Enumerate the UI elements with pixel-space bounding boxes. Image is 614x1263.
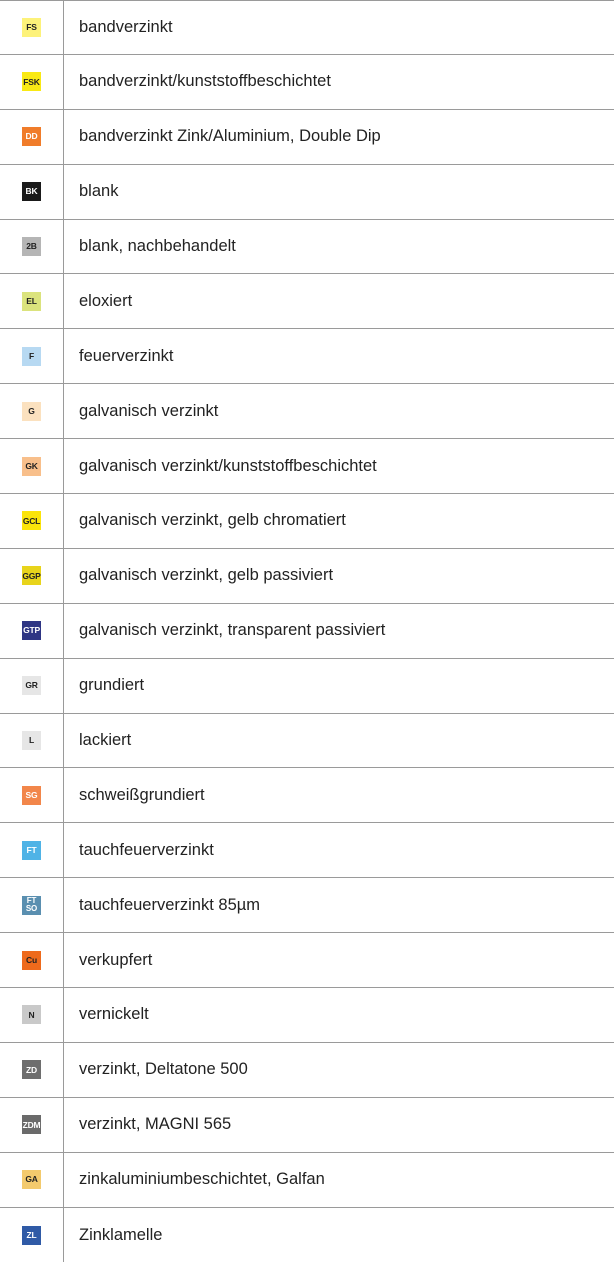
finish-code-badge: DD [22,127,41,147]
code-cell: Cu [0,933,64,988]
finish-code-badge: G [22,401,41,421]
finish-code-badge: SG [22,785,41,805]
finish-description: lackiert [79,731,132,750]
finish-code-badge: FSK [22,72,41,92]
code-cell: SG [0,768,64,823]
finish-description: tauchfeuerverzinkt 85µm [79,895,261,914]
legend-row: FT tauchfeuerverzinkt [0,823,614,879]
code-cell: L [0,713,64,768]
code-cell: N [0,988,64,1042]
code-cell: GCL [0,494,64,548]
finish-code-badge: EL [22,291,41,311]
legend-row: GCL galvanisch verzinkt, gelb chromatiert [0,494,614,549]
finish-description: vernickelt [79,1005,149,1024]
code-cell: ZL [0,1207,64,1263]
code-cell: FT SO [0,878,64,933]
finish-code-badge: F [22,346,41,366]
finish-code-badge: ZL [22,1225,41,1245]
code-cell: BK [0,164,64,219]
code-cell: FS [0,1,64,54]
legend-row: SG schweißgrundiert [0,768,614,824]
finish-description: bandverzinkt/kunststoffbeschichtet [79,72,331,91]
finish-description: feuerverzinkt [79,346,174,365]
code-cell: FSK [0,54,64,109]
finish-description: galvanisch verzinkt/kunststoffbeschichte… [79,456,377,475]
legend-row: GR grundiert [0,658,614,714]
code-cell: ZDM [0,1097,64,1152]
finish-description: schweißgrundiert [79,785,205,804]
code-cell: GA [0,1152,64,1207]
legend-row: ZD verzinkt, Deltatone 500 [0,1042,614,1098]
finish-description: galvanisch verzinkt, gelb chromatiert [79,511,346,530]
finish-description: galvanisch verzinkt, transparent passivi… [79,621,386,640]
legend-row: GGP galvanisch verzinkt, gelb passiviert [0,548,614,604]
finish-code-badge: GA [22,1170,41,1190]
finish-code-badge: ZD [22,1060,41,1080]
finish-code-badge: L [22,731,41,751]
legend-row: Llackiert [0,713,614,769]
finish-code-badge: BK [22,182,41,202]
finish-description: zinkaluminiumbeschichtet, Galfan [79,1170,325,1189]
finish-description: blank [79,182,119,201]
finish-description: galvanisch verzinkt, gelb passiviert [79,566,334,585]
finish-code-badge: 2B [22,237,41,256]
code-cell: ZD [0,1042,64,1097]
finish-description: tauchfeuerverzinkt [79,840,214,859]
finish-code-badge: FT [22,840,41,860]
code-cell: EL [0,274,64,329]
code-cell: G [0,384,64,439]
code-cell: FT [0,823,64,878]
legend-row: Cu verkupfert [0,933,614,989]
finish-code-badge: ZDM [22,1115,41,1135]
surface-finish-legend-table: FS bandverzinkt FSK bandverzinkt/kunststoff… [0,0,614,1263]
finish-description: bandverzinkt Zink/Aluminium, Double Dip [79,127,381,146]
legend-row: Ffeuerverzinkt [0,329,614,385]
finish-code-badge: GGP [22,566,41,586]
legend-row: DD bandverzinkt Zink/Aluminium, Double Di… [0,109,614,165]
finish-code-badge: N [22,1005,41,1025]
legend-row: ZDM verzinkt, MAGNI 565 [0,1097,614,1153]
code-cell: GTP [0,603,64,658]
finish-description: blank, nachbehandelt [79,237,236,255]
legend-row: FT SO tauchfeuerverzinkt 85µm [0,878,614,934]
legend-row: EL eloxiert [0,274,614,330]
finish-description: galvanisch verzinkt [79,401,219,420]
code-cell: GR [0,658,64,713]
finish-code-badge: GTP [22,621,41,641]
finish-code-badge: FS [22,17,41,37]
legend-row: 2B blank, nachbehandelt [0,219,614,275]
finish-description: verzinkt, Deltatone 500 [79,1060,248,1079]
legend-row: GTP galvanisch verzinkt, transparent pass… [0,603,614,659]
legend-row: ZL Zinklamelle [0,1207,614,1263]
code-cell: GGP [0,548,64,603]
finish-description: grundiert [79,676,145,695]
finish-description: verkupfert [79,950,153,969]
finish-description: eloxiert [79,291,133,310]
legend-row: Ggalvanisch verzinkt [0,384,614,440]
legend-row: GK galvanisch verzinkt/kunststoffbeschich… [0,439,614,495]
code-cell: F [0,329,64,384]
legend-row: FS bandverzinkt [0,0,614,55]
finish-description: bandverzinkt [79,17,173,36]
legend-row: GA zinkaluminiumbeschichtet, Galfan [0,1152,614,1208]
code-cell: DD [0,109,64,164]
code-cell: GK [0,439,64,494]
finish-code-badge: GR [22,676,41,696]
code-cell: 2B [0,219,64,274]
finish-description: Zinklamelle [79,1225,163,1244]
finish-code-badge: Cu [22,950,41,970]
legend-row: FSK bandverzinkt/kunststoffbeschichtet [0,54,614,110]
finish-code-badge: GK [22,456,41,476]
legend-row: Nvernickelt [0,988,614,1043]
legend-row: BK blank [0,164,614,220]
finish-description: verzinkt, MAGNI 565 [79,1115,232,1134]
finish-code-badge: GCL [22,511,41,531]
finish-code-badge: FT SO [22,895,41,915]
